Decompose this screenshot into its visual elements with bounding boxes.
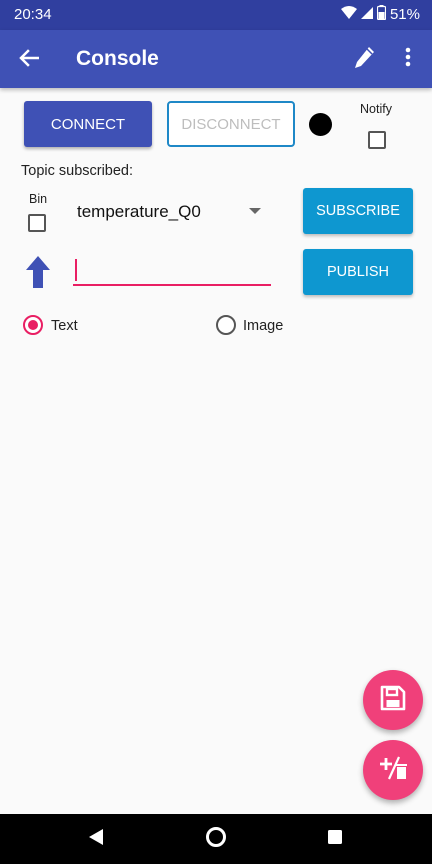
notify-label: Notify xyxy=(360,102,392,116)
status-icons: 51% xyxy=(340,5,420,24)
dropdown-arrow-icon xyxy=(249,208,261,214)
save-fab[interactable] xyxy=(363,670,423,730)
topic-dropdown-value: temperature_Q0 xyxy=(77,202,201,221)
bin-label: Bin xyxy=(29,192,48,206)
arrow-left-icon xyxy=(19,48,40,72)
pencil-icon xyxy=(354,45,376,74)
subscribe-button[interactable]: SUBSCRIBE xyxy=(303,188,413,234)
more-vert-icon xyxy=(405,47,411,72)
nav-home-button[interactable] xyxy=(202,826,230,852)
topic-subscribed-label: Topic subscribed: xyxy=(21,163,134,179)
edit-button[interactable] xyxy=(350,44,380,74)
add-delete-icon xyxy=(379,755,407,786)
circle-home-icon xyxy=(205,826,227,853)
square-recents-icon xyxy=(327,829,343,850)
nav-back-button[interactable] xyxy=(82,826,110,852)
system-navigation-bar xyxy=(0,814,432,864)
publish-button[interactable]: PUBLISH xyxy=(303,249,413,295)
publish-message-input[interactable] xyxy=(73,256,271,286)
disconnect-button[interactable]: DISCONNECT xyxy=(167,101,295,147)
connection-status-indicator xyxy=(309,113,332,136)
signal-icon xyxy=(360,6,373,24)
nav-recents-button[interactable] xyxy=(321,826,349,852)
notify-checkbox[interactable] xyxy=(368,131,386,149)
more-options-button[interactable] xyxy=(396,44,420,74)
status-bar: 20:34 51% xyxy=(0,0,432,30)
text-cursor xyxy=(75,259,77,281)
battery-percent: 51% xyxy=(389,6,420,23)
app-bar: Console xyxy=(0,30,432,88)
image-radio-label: Image xyxy=(243,318,284,334)
connect-button[interactable]: CONNECT xyxy=(24,101,152,147)
status-time: 20:34 xyxy=(14,6,52,23)
back-button[interactable] xyxy=(14,45,44,75)
image-radio[interactable] xyxy=(216,315,236,335)
topic-dropdown[interactable]: temperature_Q0 xyxy=(77,198,277,226)
text-radio[interactable] xyxy=(23,315,43,335)
save-icon xyxy=(380,685,406,716)
text-radio-label: Text xyxy=(51,318,78,334)
wifi-icon xyxy=(340,5,357,24)
battery-icon xyxy=(376,5,387,24)
add-delete-fab[interactable] xyxy=(363,740,423,800)
triangle-back-icon xyxy=(88,828,104,851)
bin-checkbox[interactable] xyxy=(28,214,46,232)
page-title: Console xyxy=(76,47,159,70)
arrow-up-icon xyxy=(26,256,50,288)
